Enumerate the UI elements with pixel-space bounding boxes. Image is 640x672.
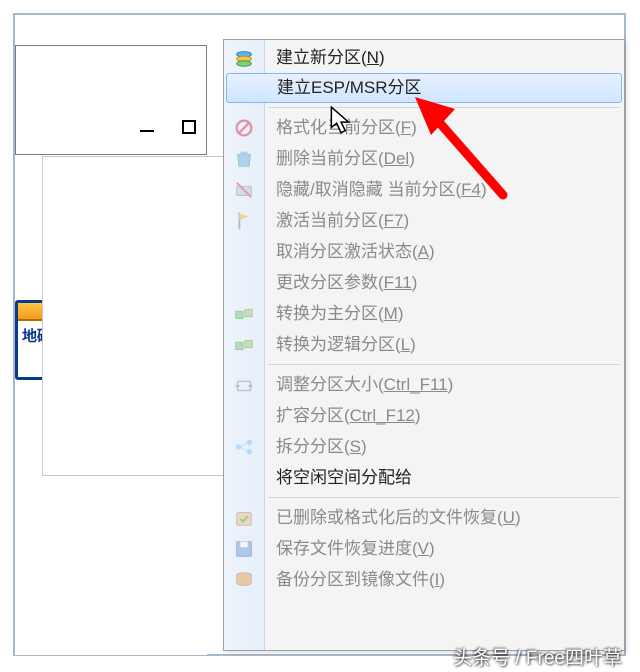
menu-item-deactivate[interactable]: 取消分区激活状态(A) <box>224 236 624 267</box>
menu-item-label: 转换为主分区(M) <box>276 304 404 323</box>
split-icon <box>232 435 256 459</box>
menu-item-label: 删除当前分区(Del) <box>276 149 415 168</box>
annotation-arrow-icon <box>413 95 513 210</box>
menu-item-label: 建立新分区(N) <box>276 48 385 67</box>
menu-item-label: 保存文件恢复进度(V) <box>276 539 435 558</box>
window-titlebar <box>15 45 207 155</box>
menu-item-backup-image[interactable]: 备份分区到镜像文件(I) <box>224 564 624 595</box>
save-icon <box>232 537 256 561</box>
maximize-button[interactable] <box>176 114 202 140</box>
menu-item-label: 转换为逻辑分区(L) <box>276 335 416 354</box>
menu-item-label: 拆分分区(S) <box>276 437 367 456</box>
menu-item-allocate-free[interactable]: 将空闲空间分配给 <box>224 462 624 493</box>
menu-item-label: 取消分区激活状态(A) <box>276 242 435 261</box>
convert-icon <box>232 333 256 357</box>
menu-item-to-primary[interactable]: 转换为主分区(M) <box>224 298 624 329</box>
backup-icon <box>232 568 256 592</box>
menu-item-split[interactable]: 拆分分区(S) <box>224 431 624 462</box>
trash-icon <box>232 147 256 171</box>
menu-item-label: 激活当前分区(F7) <box>276 211 409 230</box>
menu-item-label: 已删除或格式化后的文件恢复(U) <box>276 508 521 527</box>
menu-separator <box>268 364 620 365</box>
mouse-cursor-icon <box>330 106 352 141</box>
menu-item-label: 备份分区到镜像文件(I) <box>276 570 445 589</box>
menu-item-modify-params[interactable]: 更改分区参数(F11) <box>224 267 624 298</box>
menu-item-recover-deleted[interactable]: 已删除或格式化后的文件恢复(U) <box>224 502 624 533</box>
menu-item-extend[interactable]: 扩容分区(Ctrl_F12) <box>224 400 624 431</box>
menu-item-label: 扩容分区(Ctrl_F12) <box>276 406 421 425</box>
menu-item-resize[interactable]: 调整分区大小(Ctrl_F11) <box>224 369 624 400</box>
recover-icon <box>232 506 256 530</box>
menu-item-to-logical[interactable]: 转换为逻辑分区(L) <box>224 329 624 360</box>
menu-item-label: 调整分区大小(Ctrl_F11) <box>276 375 453 394</box>
menu-item-save-recovery[interactable]: 保存文件恢复进度(V) <box>224 533 624 564</box>
watermark-text: 头条号 / Free四叶草 <box>453 643 622 670</box>
menu-item-new-partition[interactable]: 建立新分区(N) <box>224 42 624 73</box>
menu-item-label: 将空闲空间分配给 <box>276 468 412 487</box>
menu-separator <box>268 497 620 498</box>
menu-item-label: 建立ESP/MSR分区 <box>277 78 422 97</box>
flag-icon <box>232 209 256 233</box>
hide-icon <box>232 178 256 202</box>
convert-icon <box>232 302 256 326</box>
menu-item-label: 更改分区参数(F11) <box>276 273 417 292</box>
forbidden-icon <box>232 116 256 140</box>
minimize-button[interactable] <box>134 114 160 140</box>
tutorial-frame: 地磁盘(G:) NTFS 141.3GB 建立新分区(N)建立ESP/MSR分区… <box>13 13 626 656</box>
layers-icon <box>232 46 256 70</box>
resize-icon <box>232 373 256 397</box>
